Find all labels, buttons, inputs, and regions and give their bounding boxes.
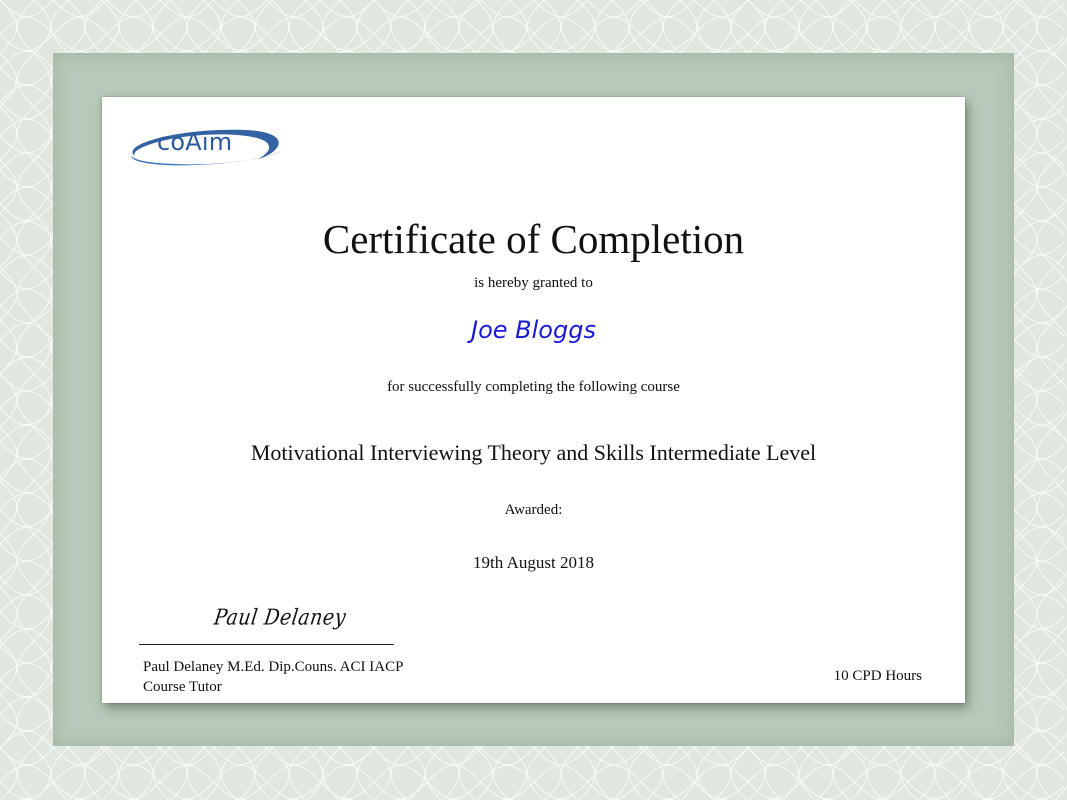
awarded-label: Awarded:	[504, 502, 563, 518]
coaim-logo: coAim	[125, 124, 285, 172]
awarded-date: 19th August 2018	[473, 553, 594, 572]
cpd-hours: 10 CPD Hours	[833, 668, 922, 684]
logo-text: coAim	[157, 128, 233, 156]
certificate-title: Certificate of Completion	[322, 216, 745, 262]
course-title: Motivational Interviewing Theory and Ski…	[250, 440, 817, 465]
certificate-paper: coAim Certificate of Completion is hereb…	[102, 97, 965, 703]
completing-text: for successfully completing the followin…	[387, 379, 680, 395]
recipient-name: Joe Bloggs	[471, 316, 596, 344]
granted-text: is hereby granted to	[474, 275, 593, 291]
tutor-signature: Paul Delaney	[212, 605, 348, 631]
signature-line	[139, 644, 394, 645]
tutor-role: Course Tutor	[143, 679, 222, 695]
tutor-name: Paul Delaney M.Ed. Dip.Couns. ACI IACP	[143, 659, 404, 675]
